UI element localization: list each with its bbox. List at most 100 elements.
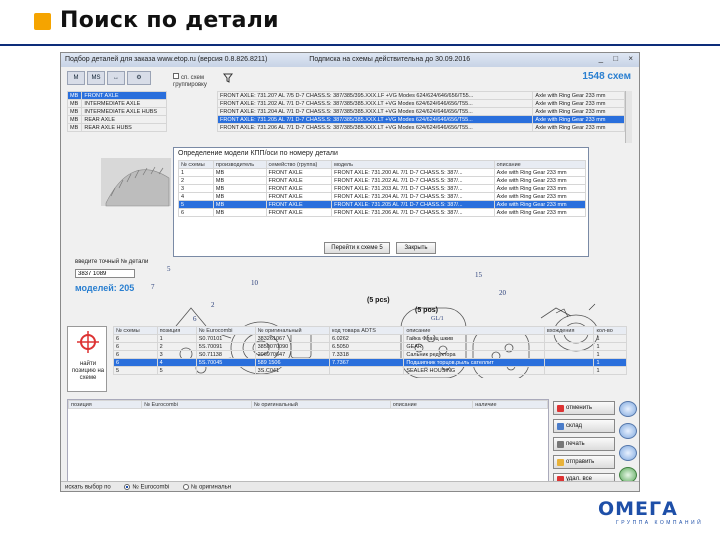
goto-scheme-button[interactable]: Перейти к схеме 5 (324, 242, 390, 254)
dialog-row-cell: MB (212, 168, 267, 177)
parts-row-cell: 1 (156, 334, 197, 343)
model-row[interactable]: FRONT AXLE: 731.205 AL 7/1 D-7 CHASS.S: … (216, 115, 625, 124)
part-number-input[interactable] (75, 269, 135, 278)
dialog-row-cell: FRONT AXLE (265, 184, 333, 193)
dialog-table[interactable]: № схемы производитель семейство (группа) мо… (178, 160, 587, 217)
radio-eurocombi[interactable] (124, 484, 131, 490)
cancel-button[interactable]: отменить (553, 401, 615, 415)
tool-button-1[interactable]: M (67, 71, 85, 85)
callout-6[interactable]: 6 (193, 315, 197, 323)
model-row[interactable]: FRONT AXLE: 731.206 AL 7/1 D-7 CHASS.S: … (216, 123, 625, 132)
family-row-cell: REAR AXLE (81, 115, 167, 124)
parts-row-cell: 5 (156, 366, 197, 375)
model-list[interactable]: FRONT AXLE: 731.20? AL 7/5 D-7 CHASS.S: … (216, 91, 625, 132)
parts-header-row-cell: кол-во (593, 326, 627, 335)
parts-row-cell: 6 (113, 358, 158, 367)
callout-2[interactable]: 2 (211, 301, 215, 309)
send-button[interactable]: отправить (553, 455, 615, 469)
dialog-row-cell: 1 (178, 168, 214, 177)
schemes-count: 1548 схем (582, 71, 631, 82)
warehouse-button[interactable]: склад (553, 419, 615, 433)
dialog-row[interactable]: 6 MB FRONT AXLE FRONT AXLE: 731.206 AL 7/1 … (178, 208, 587, 217)
zoom-in-icon[interactable] (619, 401, 637, 417)
family-row[interactable]: MB REAR AXLE HUBS (66, 123, 167, 132)
zoom-out-icon[interactable] (619, 423, 637, 439)
tool-button-3[interactable]: ↔ (107, 71, 125, 85)
callout-7[interactable]: 7 (151, 283, 155, 291)
family-row[interactable]: MB FRONT AXLE (66, 91, 167, 100)
dialog-close-button[interactable]: Закрыть (396, 242, 436, 254)
dialog-row-cell: MB (212, 184, 267, 193)
dialog-row[interactable]: 2 MB FRONT AXLE FRONT AXLE: 731.202 AL 7/1 … (178, 176, 587, 185)
group-checkbox[interactable]: сп. схем группировку (173, 73, 219, 89)
dialog-row-cell: FRONT AXLE: 731.202 AL 7/1 D-7 CHASS.S: … (331, 176, 495, 185)
parts-row[interactable]: 5 5 3S.C041 SEALER HOUSING 1 (113, 366, 627, 375)
family-row[interactable]: MB INTERMEDIATE AXLE HUBS (66, 107, 167, 116)
cancel-icon (557, 405, 564, 412)
parts-row-cell: 1 (593, 334, 627, 343)
title-rule (0, 44, 720, 46)
logo-subtext: ГРУППА КОМПАНИЙ (616, 520, 704, 526)
parts-row-cell: 1 (593, 358, 627, 367)
family-list[interactable]: MB FRONT AXLE MB INTERMEDIATE AXLE MB INTERME… (66, 91, 167, 132)
model-list-scrollbar[interactable] (625, 91, 632, 143)
model-row[interactable]: FRONT AXLE: 731.20? AL 7/5 D-7 CHASS.S: … (216, 91, 625, 100)
tool-button-2[interactable]: MS (87, 71, 105, 85)
parts-row-cell: 4 (156, 358, 197, 367)
find-position-label: найти позицию на схеме (71, 361, 105, 381)
dialog-row-cell: FRONT AXLE: 731.200 AL 7/1 D-7 CHASS.S: … (331, 168, 495, 177)
find-position-button[interactable]: найти позицию на схеме (67, 326, 107, 392)
parts-row-cell: 5S.70091 (195, 342, 256, 351)
model-row[interactable]: FRONT AXLE: 731.202 AL 7/1 D-7 CHASS.S: … (216, 99, 625, 108)
callout-10[interactable]: 10 (251, 279, 258, 287)
dialog-row[interactable]: 3 MB FRONT AXLE FRONT AXLE: 731.203 AL 7/1 … (178, 184, 587, 193)
parts-row-cell: 3S.C041 (254, 366, 330, 375)
dialog-row[interactable]: 1 MB FRONT AXLE FRONT AXLE: 731.200 AL 7/1 … (178, 168, 587, 177)
dialog-row[interactable]: 5 MB FRONT AXLE FRONT AXLE: 731.205 AL 7/1 … (178, 200, 587, 209)
callout-5[interactable]: 5 (167, 265, 171, 273)
radio-original[interactable] (182, 484, 189, 490)
family-row-cell: FRONT AXLE (81, 91, 167, 100)
zoom-fit-icon[interactable] (619, 445, 637, 461)
family-row[interactable]: MB INTERMEDIATE AXLE (66, 99, 167, 108)
parts-row[interactable]: 6 1 S0.70101 383261067 6.0262 Гайка Фланц шки… (113, 334, 627, 343)
parts-row-cell: Подшипник торцов.рыль сателлит (403, 358, 545, 367)
dialog-row-cell: Axle with Ring Gear 233 mm (493, 184, 587, 193)
order-table[interactable]: позиция № Eurocombi № оригинальный описание… (67, 399, 549, 483)
dialog-row-cell: FRONT AXLE (265, 176, 333, 185)
print-label: печать (566, 441, 585, 447)
model-lookup-dialog: Определение модели КПП/оси по номеру дет… (173, 147, 589, 257)
dialog-title: Определение модели КПП/оси по номеру дет… (178, 150, 338, 157)
logo-text: ОМЕГА (598, 498, 678, 520)
warehouse-icon (557, 423, 564, 430)
checkbox-box[interactable] (173, 73, 179, 79)
parts-header-row-cell: вхождения (543, 326, 595, 335)
dialog-row-cell: Axle with Ring Gear 233 mm (493, 200, 587, 209)
printer-icon (557, 441, 564, 448)
parts-row[interactable]: 6 3 S0.71138 206970647 7.3318 Сальник редукто… (113, 350, 627, 359)
parts-row-cell: 6 (113, 342, 158, 351)
parts-row[interactable]: 6 2 5S.70091 3850070090 6.5050 GEAR 1 (113, 342, 627, 351)
dialog-header-row: № схемы производитель семейство (группа) мо… (178, 160, 587, 169)
parts-row-cell: 5S.70045 (195, 358, 256, 367)
dialog-row[interactable]: 4 MB FRONT AXLE FRONT AXLE: 731.204 AL 7/1 … (178, 192, 587, 201)
callout-15[interactable]: 15 (475, 271, 482, 279)
window-controls[interactable]: _ □ × (599, 54, 637, 63)
model-row[interactable]: FRONT AXLE: 731.204 AL 7/1 D-7 CHASS.S: … (216, 107, 625, 116)
tool-button-4[interactable]: ⚙ (127, 71, 151, 85)
family-row[interactable]: MB REAR AXLE (66, 115, 167, 124)
parts-table[interactable]: № схемы позиция № Eurocombi № оригинальный к… (113, 326, 627, 375)
dialog-row-cell: FRONT AXLE (265, 168, 333, 177)
dialog-row-cell: MB (212, 200, 267, 209)
print-button[interactable]: печать (553, 437, 615, 451)
dialog-row-cell: Axle with Ring Gear 233 mm (493, 176, 587, 185)
parts-row[interactable]: 6 4 5S.70045 589 1506 7.7367 Подшипник торцов… (113, 358, 627, 367)
parts-row-cell: 6 (113, 350, 158, 359)
send-label: отправить (566, 459, 595, 465)
callout-gl1: GL/1 (431, 316, 444, 322)
filter-icon[interactable] (223, 73, 233, 83)
order-header-row: позиция № Eurocombi № оригинальный описание… (67, 400, 548, 409)
parts-row-cell: 2 (156, 342, 197, 351)
callout-20[interactable]: 20 (499, 289, 506, 297)
radio-eurocombi-label: № Eurocombi (132, 484, 170, 491)
